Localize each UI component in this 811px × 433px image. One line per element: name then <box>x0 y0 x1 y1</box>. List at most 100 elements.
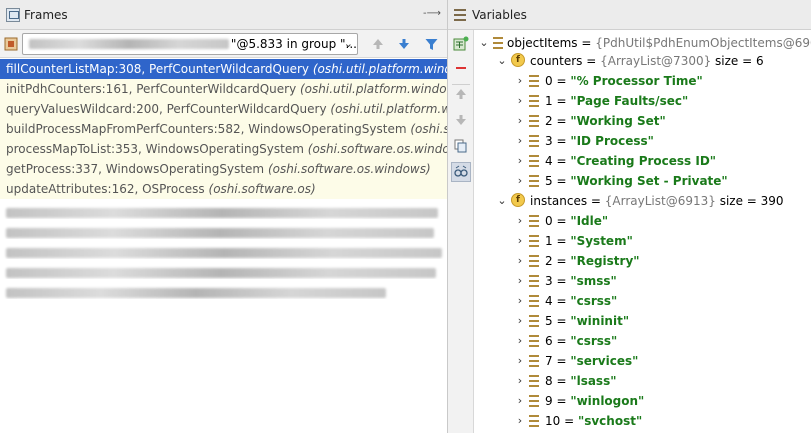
expand-arrow-icon[interactable]: › <box>515 351 525 371</box>
tree-node-item[interactable]: › 1 = "System" <box>475 231 811 251</box>
expand-arrow-icon[interactable]: › <box>515 391 525 411</box>
expand-arrow-icon[interactable]: › <box>515 211 525 231</box>
tree-node-item[interactable]: › 3 = "ID Process" <box>475 131 811 151</box>
frame-method: getProcess:337, WindowsOperatingSystem <box>6 162 265 176</box>
frame-method: initPdhCounters:161, PerfCounterWildcard… <box>6 82 297 96</box>
item-value: "Working Set" <box>570 114 666 128</box>
tree-node-item[interactable]: › 9 = "winlogon" <box>475 391 811 411</box>
chevron-down-icon: ⌄ <box>343 37 353 50</box>
tree-node-item[interactable]: › 2 = "Registry" <box>475 251 811 271</box>
frame-row[interactable]: fillCounterListMap:308, PerfCounterWildc… <box>0 59 447 79</box>
variables-header: Variables <box>448 0 811 30</box>
thread-icon <box>4 37 18 51</box>
item-value: "Idle" <box>570 214 609 228</box>
show-watches-button[interactable] <box>451 162 471 182</box>
frame-row[interactable]: updateAttributes:162, OSProcess (oshi.so… <box>0 179 447 199</box>
tree-node-item[interactable]: › 3 = "smss" <box>475 271 811 291</box>
expand-arrow-icon[interactable]: › <box>515 331 525 351</box>
expand-arrow-icon[interactable]: ⌄ <box>497 51 507 71</box>
list-item-icon <box>529 155 539 167</box>
frame-row[interactable]: getProcess:337, WindowsOperatingSystem (… <box>0 159 447 179</box>
redacted-frame-row[interactable] <box>0 199 447 219</box>
tree-node-item[interactable]: › 2 = "Working Set" <box>475 111 811 131</box>
tree-node-item[interactable]: › 7 = "services" <box>475 351 811 371</box>
item-index: 8 = <box>545 374 571 388</box>
evaluate-expression-button[interactable] <box>451 34 471 54</box>
redacted-frame-row[interactable] <box>0 219 447 239</box>
expand-arrow-icon[interactable]: › <box>515 251 525 271</box>
tree-node-objectitems[interactable]: ⌄ objectItems = {PdhUtil$PdhEnumObjectIt… <box>475 33 811 53</box>
frame-row[interactable]: processMapToList:353, WindowsOperatingSy… <box>0 139 447 159</box>
item-index: 3 = <box>545 274 571 288</box>
expand-arrow-icon[interactable]: ⌄ <box>479 33 489 53</box>
expand-arrow-icon[interactable]: › <box>515 151 525 171</box>
item-index: 6 = <box>545 334 571 348</box>
redacted-frame-row[interactable] <box>0 259 447 279</box>
tree-node-item[interactable]: › 6 = "csrss" <box>475 331 811 351</box>
item-index: 2 = <box>545 254 571 268</box>
list-item-icon <box>529 375 539 387</box>
hide-panel-icon[interactable]: -⟶ <box>423 8 441 20</box>
expand-arrow-icon[interactable]: › <box>515 311 525 331</box>
tree-node-instances[interactable]: ⌄ f instances = {ArrayList@6913} size = … <box>475 191 811 211</box>
item-value: "ID Process" <box>570 134 654 148</box>
equals-sign: = <box>577 36 596 50</box>
tree-node-counters[interactable]: ⌄ f counters = {ArrayList@7300} size = 6 <box>475 51 811 71</box>
list-item-icon <box>529 235 539 247</box>
expand-arrow-icon[interactable]: › <box>515 171 525 191</box>
frame-row[interactable]: buildProcessMapFromPerfCounters:582, Win… <box>0 119 447 139</box>
item-index: 4 = <box>545 294 571 308</box>
redacted-frame-row[interactable] <box>0 239 447 259</box>
expand-arrow-icon[interactable]: › <box>515 291 525 311</box>
frame-row[interactable]: initPdhCounters:161, PerfCounterWildcard… <box>0 79 447 99</box>
tree-node-item[interactable]: › 8 = "lsass" <box>475 371 811 391</box>
calculator-icon <box>453 36 469 51</box>
tree-node-item[interactable]: › 10 = "svchost" <box>475 411 811 431</box>
tree-node-item[interactable]: › 4 = "csrss" <box>475 291 811 311</box>
move-watch-up-button[interactable] <box>451 84 471 104</box>
arrow-up-icon <box>373 39 383 49</box>
item-index: 3 = <box>545 134 571 148</box>
expand-arrow-icon[interactable]: › <box>515 91 525 111</box>
tree-node-item[interactable]: › 1 = "Page Faults/sec" <box>475 91 811 111</box>
item-value: "smss" <box>570 274 617 288</box>
expand-arrow-icon[interactable]: › <box>515 231 525 251</box>
variable-size: size = 390 <box>715 194 784 208</box>
tree-node-item[interactable]: › 5 = "Working Set - Private" <box>475 171 811 191</box>
variable-type: {PdhUtil$PdhEnumObjectItems@6905} <box>595 36 811 50</box>
next-frame-button[interactable] <box>394 34 414 54</box>
item-value: "lsass" <box>570 374 617 388</box>
item-value: "wininit" <box>570 314 630 328</box>
item-value: "Page Faults/sec" <box>570 94 689 108</box>
frame-row[interactable]: queryValuesWildcard:200, PerfCounterWild… <box>0 99 447 119</box>
frame-method: buildProcessMapFromPerfCounters:582, Win… <box>6 122 407 136</box>
variable-name: counters <box>530 54 583 68</box>
variables-panel: Variables ⌄ objectItems = {PdhUtil$PdhEn… <box>447 0 811 433</box>
tree-node-item[interactable]: › 4 = "Creating Process ID" <box>475 151 811 171</box>
copy-watch-button[interactable] <box>451 136 471 156</box>
list-item-icon <box>529 215 539 227</box>
previous-frame-button[interactable] <box>368 34 388 54</box>
thread-select[interactable]: "@5.833 in group "... ⌄ <box>22 33 358 55</box>
expand-arrow-icon[interactable]: › <box>515 271 525 291</box>
item-index: 7 = <box>545 354 571 368</box>
expand-arrow-icon[interactable]: › <box>515 111 525 131</box>
item-index: 4 = <box>545 154 571 168</box>
expand-arrow-icon[interactable]: › <box>515 131 525 151</box>
expand-arrow-icon[interactable]: › <box>515 371 525 391</box>
tree-node-item[interactable]: › 0 = "% Processor Time" <box>475 71 811 91</box>
expand-arrow-icon[interactable]: › <box>515 71 525 91</box>
redacted-frame-row[interactable] <box>0 279 447 299</box>
list-item-icon <box>529 295 539 307</box>
filter-frames-button[interactable] <box>421 34 441 54</box>
tree-node-item[interactable]: › 5 = "wininit" <box>475 311 811 331</box>
variable-type: {ArrayList@6913} <box>604 194 716 208</box>
remove-watch-button[interactable] <box>451 58 471 78</box>
expand-arrow-icon[interactable]: ⌄ <box>497 191 507 211</box>
move-watch-down-button[interactable] <box>451 110 471 130</box>
filter-icon <box>425 38 437 50</box>
copy-icon <box>454 139 467 153</box>
minus-icon <box>456 67 466 69</box>
expand-arrow-icon[interactable]: › <box>515 411 525 431</box>
tree-node-item[interactable]: › 0 = "Idle" <box>475 211 811 231</box>
